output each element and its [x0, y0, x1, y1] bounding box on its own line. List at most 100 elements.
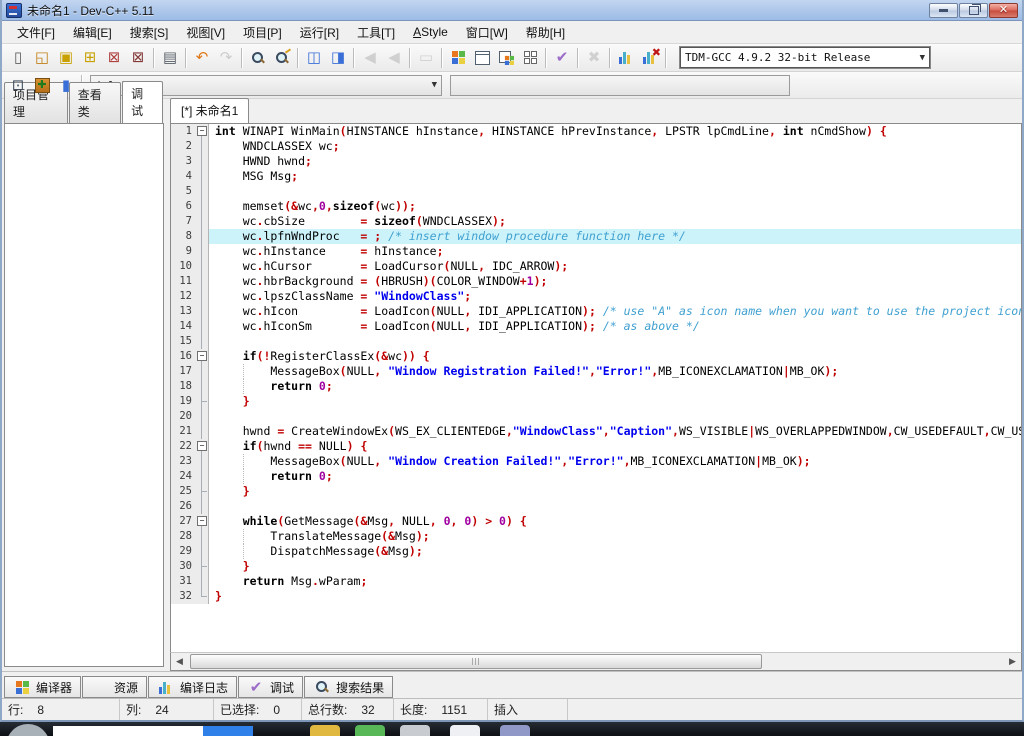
menu-item[interactable]: 项目[P] — [234, 22, 291, 43]
scroll-right-arrow-icon[interactable]: ▶ — [1004, 654, 1021, 669]
fold-collapse-icon[interactable]: − — [195, 439, 209, 454]
scrollbar-thumb[interactable] — [190, 654, 762, 669]
profile-icon[interactable] — [614, 46, 638, 70]
report-tab[interactable]: 编译器 — [4, 676, 81, 698]
compiler-grid-icon[interactable] — [13, 678, 31, 696]
menu-item[interactable]: 窗口[W] — [457, 22, 517, 43]
horizontal-scrollbar[interactable]: ◀ ▶ — [170, 652, 1022, 671]
menu-item[interactable]: 工具[T] — [348, 22, 404, 43]
editor-tab-unnamed1[interactable]: [*] 未命名1 — [170, 98, 249, 123]
report-tab[interactable]: ✔调试 — [238, 676, 303, 698]
debug-check-icon[interactable]: ✔ — [247, 678, 265, 696]
code-line[interactable]: 4 MSG Msg; — [171, 169, 1021, 184]
compiler-select[interactable]: TDM-GCC 4.9.2 32-bit Release▼ — [680, 47, 930, 68]
undo-icon[interactable]: ↶ — [190, 46, 214, 70]
code-line[interactable]: 29 DispatchMessage(&Msg); — [171, 544, 1021, 559]
code-line[interactable]: 18 return 0; — [171, 379, 1021, 394]
code-line[interactable]: 32} — [171, 589, 1021, 604]
taskbar-item[interactable] — [450, 725, 480, 736]
pause-icon[interactable]: ▮ — [54, 73, 78, 97]
menu-item[interactable]: AStyle — [404, 23, 457, 41]
run-icon[interactable] — [470, 46, 494, 70]
code-line[interactable]: 27− while(GetMessage(&Msg, NULL, 0, 0) >… — [171, 514, 1021, 529]
code-line[interactable]: 6 memset(&wc,0,sizeof(wc)); — [171, 199, 1021, 214]
code-line[interactable]: 9 wc.hInstance = hInstance; — [171, 244, 1021, 259]
code-line[interactable]: 28 TranslateMessage(&Msg); — [171, 529, 1021, 544]
menu-item[interactable]: 运行[R] — [291, 22, 348, 43]
scroll-left-arrow-icon[interactable]: ◀ — [171, 654, 188, 669]
code-line[interactable]: 11 wc.hbrBackground = (HBRUSH)(COLOR_WIN… — [171, 274, 1021, 289]
menu-item[interactable]: 搜索[S] — [121, 22, 178, 43]
code-line[interactable]: 20 — [171, 409, 1021, 424]
code-line[interactable]: 14 wc.hIconSm = LoadIcon(NULL, IDI_APPLI… — [171, 319, 1021, 334]
code-line[interactable]: 16− if(!RegisterClassEx(&wc)) { — [171, 349, 1021, 364]
close-all-icon[interactable]: ⊠ — [126, 46, 150, 70]
code-line[interactable]: 17 MessageBox(NULL, "Window Registration… — [171, 364, 1021, 379]
code-line[interactable]: 2 WNDCLASSEX wc; — [171, 139, 1021, 154]
find-icon[interactable] — [246, 46, 270, 70]
project-panel-body[interactable] — [4, 123, 164, 667]
taskbar-item[interactable] — [500, 725, 530, 736]
code-line[interactable]: 15 — [171, 334, 1021, 349]
fold-collapse-icon[interactable]: − — [195, 349, 209, 364]
taskbar-item[interactable] — [203, 726, 253, 736]
panel-tab-active[interactable]: 调试 — [122, 81, 163, 123]
goto-function-icon[interactable]: ◫ — [302, 46, 326, 70]
save-all-icon[interactable]: ⊞ — [78, 46, 102, 70]
code-line[interactable]: 24 return 0; — [171, 469, 1021, 484]
delete-profiling-icon[interactable]: ✖ — [638, 46, 662, 70]
save-icon[interactable]: ▣ — [54, 46, 78, 70]
menu-item[interactable]: 文件[F] — [8, 22, 64, 43]
compile-icon[interactable] — [446, 46, 470, 70]
code-line[interactable]: 21 hwnd = CreateWindowEx(WS_EX_CLIENTEDG… — [171, 424, 1021, 439]
code-line[interactable]: 26 — [171, 499, 1021, 514]
open-file-icon[interactable]: ◱ — [30, 46, 54, 70]
code-line[interactable]: 22− if(hwnd == NULL) { — [171, 439, 1021, 454]
compile-log-chart-icon[interactable] — [157, 678, 175, 696]
taskbar-item[interactable] — [400, 725, 430, 736]
code-line[interactable]: 31 return Msg.wParam; — [171, 574, 1021, 589]
report-tab[interactable]: 资源 — [82, 676, 147, 698]
code-line-current[interactable]: 8 wc.lpfnWndProc = ; /* insert window pr… — [171, 229, 1021, 244]
resource-layers-icon[interactable] — [91, 678, 109, 696]
restore-button[interactable] — [959, 3, 988, 18]
code-line[interactable]: 25 } — [171, 484, 1021, 499]
report-tab[interactable]: 搜索结果 — [304, 676, 393, 698]
compile-run-icon[interactable] — [494, 46, 518, 70]
fold-collapse-icon[interactable]: − — [195, 514, 209, 529]
menu-item[interactable]: 帮助[H] — [517, 22, 574, 43]
minimize-button[interactable] — [929, 3, 958, 18]
taskbar-item[interactable] — [53, 726, 203, 736]
goto-editor-icon[interactable]: ⊡ — [6, 73, 30, 97]
add-watch-icon[interactable]: ✚ — [30, 73, 54, 97]
code-line[interactable]: 7 wc.cbSize = sizeof(WNDCLASSEX); — [171, 214, 1021, 229]
fold-collapse-icon[interactable]: − — [195, 124, 209, 139]
rebuild-all-icon[interactable] — [518, 46, 542, 70]
code-line[interactable]: 5 — [171, 184, 1021, 199]
new-file-icon[interactable]: ▯ — [6, 46, 30, 70]
close-file-icon[interactable]: ⊠ — [102, 46, 126, 70]
code-line[interactable]: 12 wc.lpszClassName = "WindowClass"; — [171, 289, 1021, 304]
code-line[interactable]: 10 wc.hCursor = LoadCursor(NULL, IDC_ARR… — [171, 259, 1021, 274]
print-icon[interactable]: ▤ — [158, 46, 182, 70]
close-button[interactable]: ✕ — [989, 3, 1018, 18]
report-tab[interactable]: 编译日志 — [148, 676, 237, 698]
code-line[interactable]: 30 } — [171, 559, 1021, 574]
syntax-check-icon[interactable]: ✔ — [550, 46, 574, 70]
menu-item[interactable]: 视图[V] — [177, 22, 234, 43]
menu-item[interactable]: 编辑[E] — [64, 22, 121, 43]
taskbar-item[interactable] — [355, 725, 385, 736]
code-line[interactable]: 19 } — [171, 394, 1021, 409]
taskbar-item[interactable] — [6, 724, 50, 736]
code-line[interactable]: 1−int WINAPI WinMain(HINSTANCE hInstance… — [171, 124, 1021, 139]
insert-icon[interactable]: ◨ — [326, 46, 350, 70]
code-line[interactable]: 23 MessageBox(NULL, "Window Creation Fai… — [171, 454, 1021, 469]
code-line[interactable]: 13 wc.hIcon = LoadIcon(NULL, IDI_APPLICA… — [171, 304, 1021, 319]
members-select[interactable] — [450, 75, 790, 96]
replace-icon[interactable] — [270, 46, 294, 70]
windows-taskbar[interactable] — [0, 722, 1024, 736]
code-editor[interactable]: 1−int WINAPI WinMain(HINSTANCE hInstance… — [170, 123, 1022, 652]
taskbar-item[interactable] — [310, 725, 340, 736]
code-line[interactable]: 3 HWND hwnd; — [171, 154, 1021, 169]
search-results-icon[interactable] — [313, 678, 331, 696]
